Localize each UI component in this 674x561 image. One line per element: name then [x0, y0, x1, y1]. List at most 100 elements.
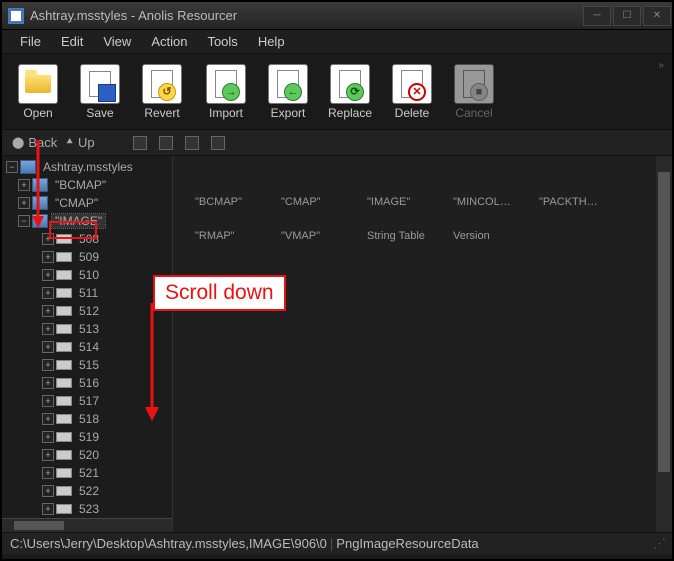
view-large-icons[interactable] [133, 136, 147, 150]
tree-image-item[interactable]: +521 [4, 464, 172, 482]
cancel-label: Cancel [455, 106, 492, 120]
tree-image-item[interactable]: +513 [4, 320, 172, 338]
grid-item[interactable]: "CMAP" [281, 196, 343, 208]
image-resource-icon [56, 432, 72, 442]
menubar: File Edit View Action Tools Help [2, 30, 672, 54]
tree-image-item[interactable]: +523 [4, 500, 172, 518]
delete-label: Delete [395, 106, 430, 120]
grid-item[interactable]: "RMAP" [195, 230, 257, 242]
tree-horizontal-scrollbar[interactable] [2, 518, 172, 532]
menu-file[interactable]: File [10, 31, 51, 52]
resize-grip-icon[interactable]: ⋰ [653, 536, 664, 552]
expand-icon[interactable]: + [42, 449, 54, 461]
tree-group-bcmap[interactable]: + "BCMAP" [4, 176, 172, 194]
tree-image-item[interactable]: +522 [4, 482, 172, 500]
expand-icon[interactable]: + [42, 413, 54, 425]
collapse-icon[interactable]: − [18, 215, 30, 227]
menu-tools[interactable]: Tools [197, 31, 247, 52]
grid-item[interactable]: Version [453, 230, 515, 242]
content-vertical-scrollbar[interactable] [656, 156, 672, 532]
grid-item[interactable]: "BCMAP" [195, 196, 257, 208]
image-resource-icon [56, 306, 72, 316]
expand-icon[interactable]: + [42, 287, 54, 299]
expand-icon[interactable]: + [42, 323, 54, 335]
tree-group-image[interactable]: − "IMAGE" [4, 212, 172, 230]
open-button[interactable]: Open [10, 64, 66, 120]
menu-edit[interactable]: Edit [51, 31, 93, 52]
up-arrow-icon: ⯅ [65, 136, 74, 149]
expand-icon[interactable]: + [18, 179, 30, 191]
expand-icon[interactable]: + [42, 269, 54, 281]
image-resource-icon [56, 288, 72, 298]
delete-button[interactable]: ✕ Delete [384, 64, 440, 120]
tree-root[interactable]: − Ashtray.msstyles [4, 158, 172, 176]
expand-icon[interactable]: + [42, 359, 54, 371]
tree-image-item[interactable]: +509 [4, 248, 172, 266]
tree-image-item[interactable]: +518 [4, 410, 172, 428]
tree-image-item[interactable]: +508 [4, 230, 172, 248]
tree-label: 508 [76, 232, 102, 246]
replace-button[interactable]: ⟳ Replace [322, 64, 378, 120]
expand-icon[interactable]: + [42, 341, 54, 353]
save-button[interactable]: Save [72, 64, 128, 120]
tree-image-item[interactable]: +517 [4, 392, 172, 410]
up-button[interactable]: ⯅ Up [65, 135, 94, 150]
toolbar-overflow-icon[interactable]: » [658, 60, 664, 71]
export-icon: ← [268, 64, 308, 104]
menu-action[interactable]: Action [141, 31, 197, 52]
expand-icon[interactable]: + [42, 251, 54, 263]
tree-image-item[interactable]: +515 [4, 356, 172, 374]
grid-item[interactable]: String Table [367, 230, 429, 242]
expand-icon[interactable]: + [42, 377, 54, 389]
image-resource-icon [56, 324, 72, 334]
expand-icon[interactable]: + [42, 305, 54, 317]
tree-group-cmap[interactable]: + "CMAP" [4, 194, 172, 212]
expand-icon[interactable]: + [42, 431, 54, 443]
tree-label: 522 [76, 484, 102, 498]
tree-label: 511 [76, 286, 101, 300]
minimize-button[interactable]: ─ [583, 6, 611, 26]
expand-icon[interactable]: + [42, 503, 54, 515]
close-button[interactable]: ✕ [643, 6, 671, 26]
tree-label: 516 [76, 376, 102, 390]
expand-icon[interactable]: + [42, 485, 54, 497]
grid-item[interactable]: "PACKTHE... [539, 196, 601, 208]
expand-icon[interactable]: + [42, 233, 54, 245]
tree-image-item[interactable]: +519 [4, 428, 172, 446]
import-button[interactable]: → Import [198, 64, 254, 120]
menu-view[interactable]: View [93, 31, 141, 52]
export-button[interactable]: ← Export [260, 64, 316, 120]
collapse-icon[interactable]: − [6, 161, 18, 173]
tree-image-item[interactable]: +516 [4, 374, 172, 392]
tree-label: 514 [76, 340, 102, 354]
import-label: Import [209, 106, 243, 120]
grid-item[interactable]: "MINCOLO... [453, 196, 515, 208]
resource-tree[interactable]: − Ashtray.msstyles + "BCMAP" + "CMAP" − … [2, 156, 172, 520]
expand-icon[interactable]: + [42, 395, 54, 407]
app-icon [8, 8, 24, 24]
tree-panel: − Ashtray.msstyles + "BCMAP" + "CMAP" − … [2, 156, 173, 532]
grid-item[interactable]: "IMAGE" [367, 196, 429, 208]
tree-label: 517 [76, 394, 102, 408]
view-details[interactable] [211, 136, 225, 150]
menu-help[interactable]: Help [248, 31, 295, 52]
revert-button[interactable]: ↺ Revert [134, 64, 190, 120]
grid-item[interactable]: "VMAP" [281, 230, 343, 242]
tree-image-item[interactable]: +510 [4, 266, 172, 284]
tree-image-item[interactable]: +512 [4, 302, 172, 320]
tree-image-item[interactable]: +514 [4, 338, 172, 356]
resource-grid: "BCMAP" "CMAP" "IMAGE" "MINCOLO... "PACK… [195, 196, 625, 242]
tree-image-item[interactable]: +511 [4, 284, 172, 302]
image-resource-icon [56, 468, 72, 478]
titlebar: Ashtray.msstyles - Anolis Resourcer ─ ☐ … [2, 2, 672, 30]
maximize-button[interactable]: ☐ [613, 6, 641, 26]
expand-icon[interactable]: + [18, 197, 30, 209]
tree-label: "CMAP" [52, 196, 101, 210]
resource-group-icon [32, 178, 48, 192]
view-small-icons[interactable] [159, 136, 173, 150]
tree-image-item[interactable]: +520 [4, 446, 172, 464]
back-button[interactable]: ⬤ Back [12, 135, 57, 150]
tree-label: 510 [76, 268, 102, 282]
expand-icon[interactable]: + [42, 467, 54, 479]
view-list[interactable] [185, 136, 199, 150]
